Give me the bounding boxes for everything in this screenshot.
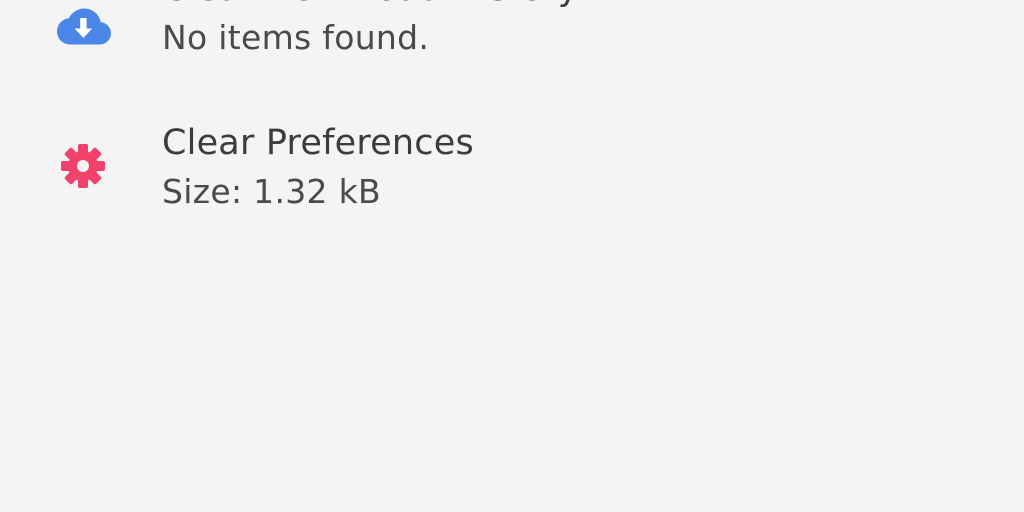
clear-preferences-item[interactable]: Clear Preferences Size: 1.32 kB bbox=[0, 112, 1024, 216]
item-title: Clear Download History bbox=[162, 0, 579, 10]
item-subtitle: No items found. bbox=[162, 18, 430, 57]
cloud-download-icon bbox=[52, 0, 114, 55]
item-subtitle: Size: 1.32 kB bbox=[162, 172, 381, 211]
clear-download-history-item[interactable]: Clear Download History No items found. bbox=[0, 0, 1024, 62]
settings-list: Clear Download History No items found. bbox=[0, 0, 1024, 512]
gear-icon bbox=[52, 135, 114, 197]
item-title: Clear Preferences bbox=[162, 123, 474, 163]
